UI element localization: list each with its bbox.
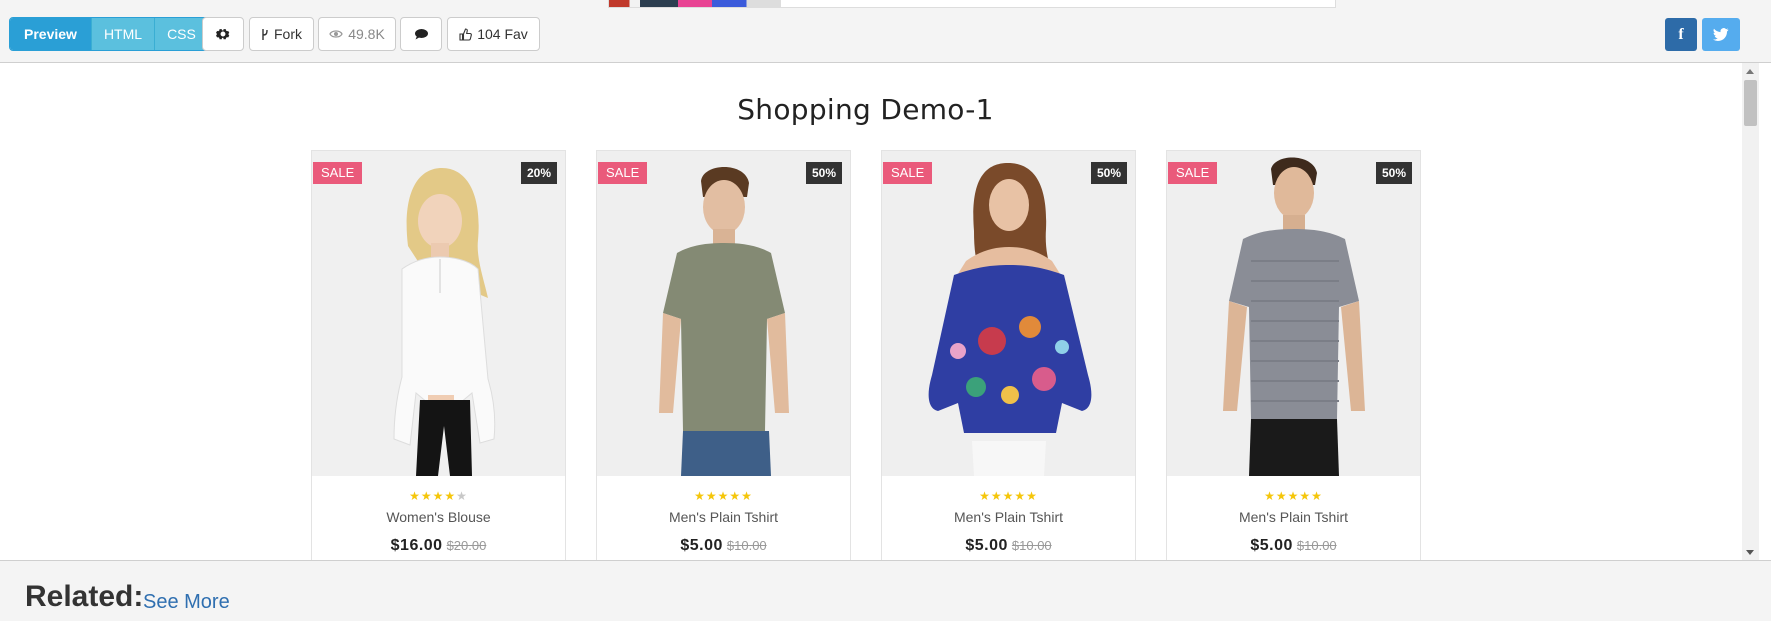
preview-frame: Shopping Demo-1 SALE 20% ★★★★★ Women's B… xyxy=(0,63,1771,561)
star-icon: ★ xyxy=(705,489,718,503)
views-counter: 49.8K xyxy=(318,17,396,51)
star-icon: ★ xyxy=(409,489,421,503)
product-card[interactable]: SALE 50% ★★★★★ Men's Plain Tshirt $5.00 $… xyxy=(1166,150,1421,560)
product-name[interactable]: Women's Blouse xyxy=(312,509,565,525)
comments-button[interactable] xyxy=(400,17,442,51)
star-icon: ★ xyxy=(444,489,457,503)
fav-button[interactable]: 104 Fav xyxy=(447,17,540,51)
product-name[interactable]: Men's Plain Tshirt xyxy=(1167,509,1420,525)
current-price: $5.00 xyxy=(1250,537,1293,554)
ad-thumbnail xyxy=(609,0,781,7)
discount-badge: 50% xyxy=(1090,162,1127,184)
star-icon: ★ xyxy=(1311,489,1323,503)
discount-badge: 50% xyxy=(1375,162,1412,184)
star-icon: ★ xyxy=(979,489,991,503)
product-image[interactable]: SALE 50% xyxy=(1167,151,1420,476)
sale-badge: SALE xyxy=(313,162,363,184)
star-icon: ★ xyxy=(1275,489,1288,503)
product-name[interactable]: Men's Plain Tshirt xyxy=(882,509,1135,525)
star-icon: ★ xyxy=(1264,489,1276,503)
star-icon: ★ xyxy=(741,489,753,503)
rating-stars: ★★★★★ xyxy=(597,489,850,503)
star-icon: ★ xyxy=(1299,489,1312,503)
facebook-icon: f xyxy=(1678,25,1684,43)
related-heading: Related: xyxy=(25,580,144,613)
scroll-thumb[interactable] xyxy=(1744,80,1757,126)
star-icon: ★ xyxy=(729,489,742,503)
current-price: $5.00 xyxy=(965,537,1008,554)
rating-stars: ★★★★★ xyxy=(882,489,1135,503)
view-tabs: Preview HTML CSS xyxy=(9,17,209,51)
comment-icon xyxy=(414,29,428,40)
sale-badge: SALE xyxy=(598,162,648,184)
product-image[interactable]: SALE 50% xyxy=(597,151,850,476)
views-label: 49.8K xyxy=(348,26,385,42)
tab-css[interactable]: CSS xyxy=(155,18,208,50)
old-price: $10.00 xyxy=(726,538,767,553)
product-card[interactable]: SALE 50% ★★★★★ Men's Plain Tshirt $5.00 $… xyxy=(596,150,851,560)
star-icon: ★ xyxy=(1014,489,1027,503)
star-icon: ★ xyxy=(420,489,433,503)
tab-html[interactable]: HTML xyxy=(91,18,156,50)
fav-label: 104 Fav xyxy=(477,26,528,42)
old-price: $10.00 xyxy=(1296,538,1337,553)
gear-icon xyxy=(216,29,230,40)
product-price: $5.00 $10.00 xyxy=(882,537,1135,555)
editor-toolbar: Preview HTML CSS Fork 49.8K 104 Fav f xyxy=(0,0,1771,63)
star-icon: ★ xyxy=(1002,489,1015,503)
product-name[interactable]: Men's Plain Tshirt xyxy=(597,509,850,525)
sale-badge: SALE xyxy=(1168,162,1218,184)
current-price: $16.00 xyxy=(390,537,443,554)
fork-icon xyxy=(262,28,268,40)
old-price: $10.00 xyxy=(1011,538,1052,553)
preview-scrollbar[interactable] xyxy=(1742,63,1759,560)
facebook-share-button[interactable]: f xyxy=(1665,18,1697,51)
twitter-share-button[interactable] xyxy=(1702,18,1740,51)
star-icon: ★ xyxy=(432,489,445,503)
current-price: $5.00 xyxy=(680,537,723,554)
fork-label: Fork xyxy=(274,26,302,42)
scroll-down-arrow-icon[interactable] xyxy=(1746,550,1754,555)
discount-badge: 50% xyxy=(805,162,842,184)
rating-stars: ★★★★★ xyxy=(1167,489,1420,503)
star-empty-icon: ★ xyxy=(456,489,468,503)
star-icon: ★ xyxy=(694,489,706,503)
star-icon: ★ xyxy=(990,489,1003,503)
page-title: Shopping Demo-1 xyxy=(737,93,994,126)
product-card[interactable]: SALE 50% ★★★★★ Men's Plain Tshirt $5.00 $… xyxy=(881,150,1136,560)
ad-banner[interactable] xyxy=(608,0,1336,8)
tab-preview[interactable]: Preview xyxy=(10,18,92,50)
scroll-up-arrow-icon[interactable] xyxy=(1746,69,1754,74)
fork-button[interactable]: Fork xyxy=(249,17,314,51)
product-price: $16.00 $20.00 xyxy=(312,537,565,555)
product-card[interactable]: SALE 20% ★★★★★ Women's Blouse $16.00 $20.… xyxy=(311,150,566,560)
rating-stars: ★★★★★ xyxy=(312,489,565,503)
old-price: $20.00 xyxy=(446,538,487,553)
twitter-icon xyxy=(1713,28,1729,41)
star-icon: ★ xyxy=(1026,489,1038,503)
star-icon: ★ xyxy=(1287,489,1300,503)
star-icon: ★ xyxy=(717,489,730,503)
product-price: $5.00 $10.00 xyxy=(1167,537,1420,555)
thumbs-up-icon xyxy=(459,27,473,41)
discount-badge: 20% xyxy=(520,162,557,184)
settings-button[interactable] xyxy=(202,17,244,51)
product-image[interactable]: SALE 50% xyxy=(882,151,1135,476)
eye-icon xyxy=(329,30,343,38)
see-more-link[interactable]: See More xyxy=(143,591,230,614)
sale-badge: SALE xyxy=(883,162,933,184)
product-price: $5.00 $10.00 xyxy=(597,537,850,555)
product-image[interactable]: SALE 20% xyxy=(312,151,565,476)
